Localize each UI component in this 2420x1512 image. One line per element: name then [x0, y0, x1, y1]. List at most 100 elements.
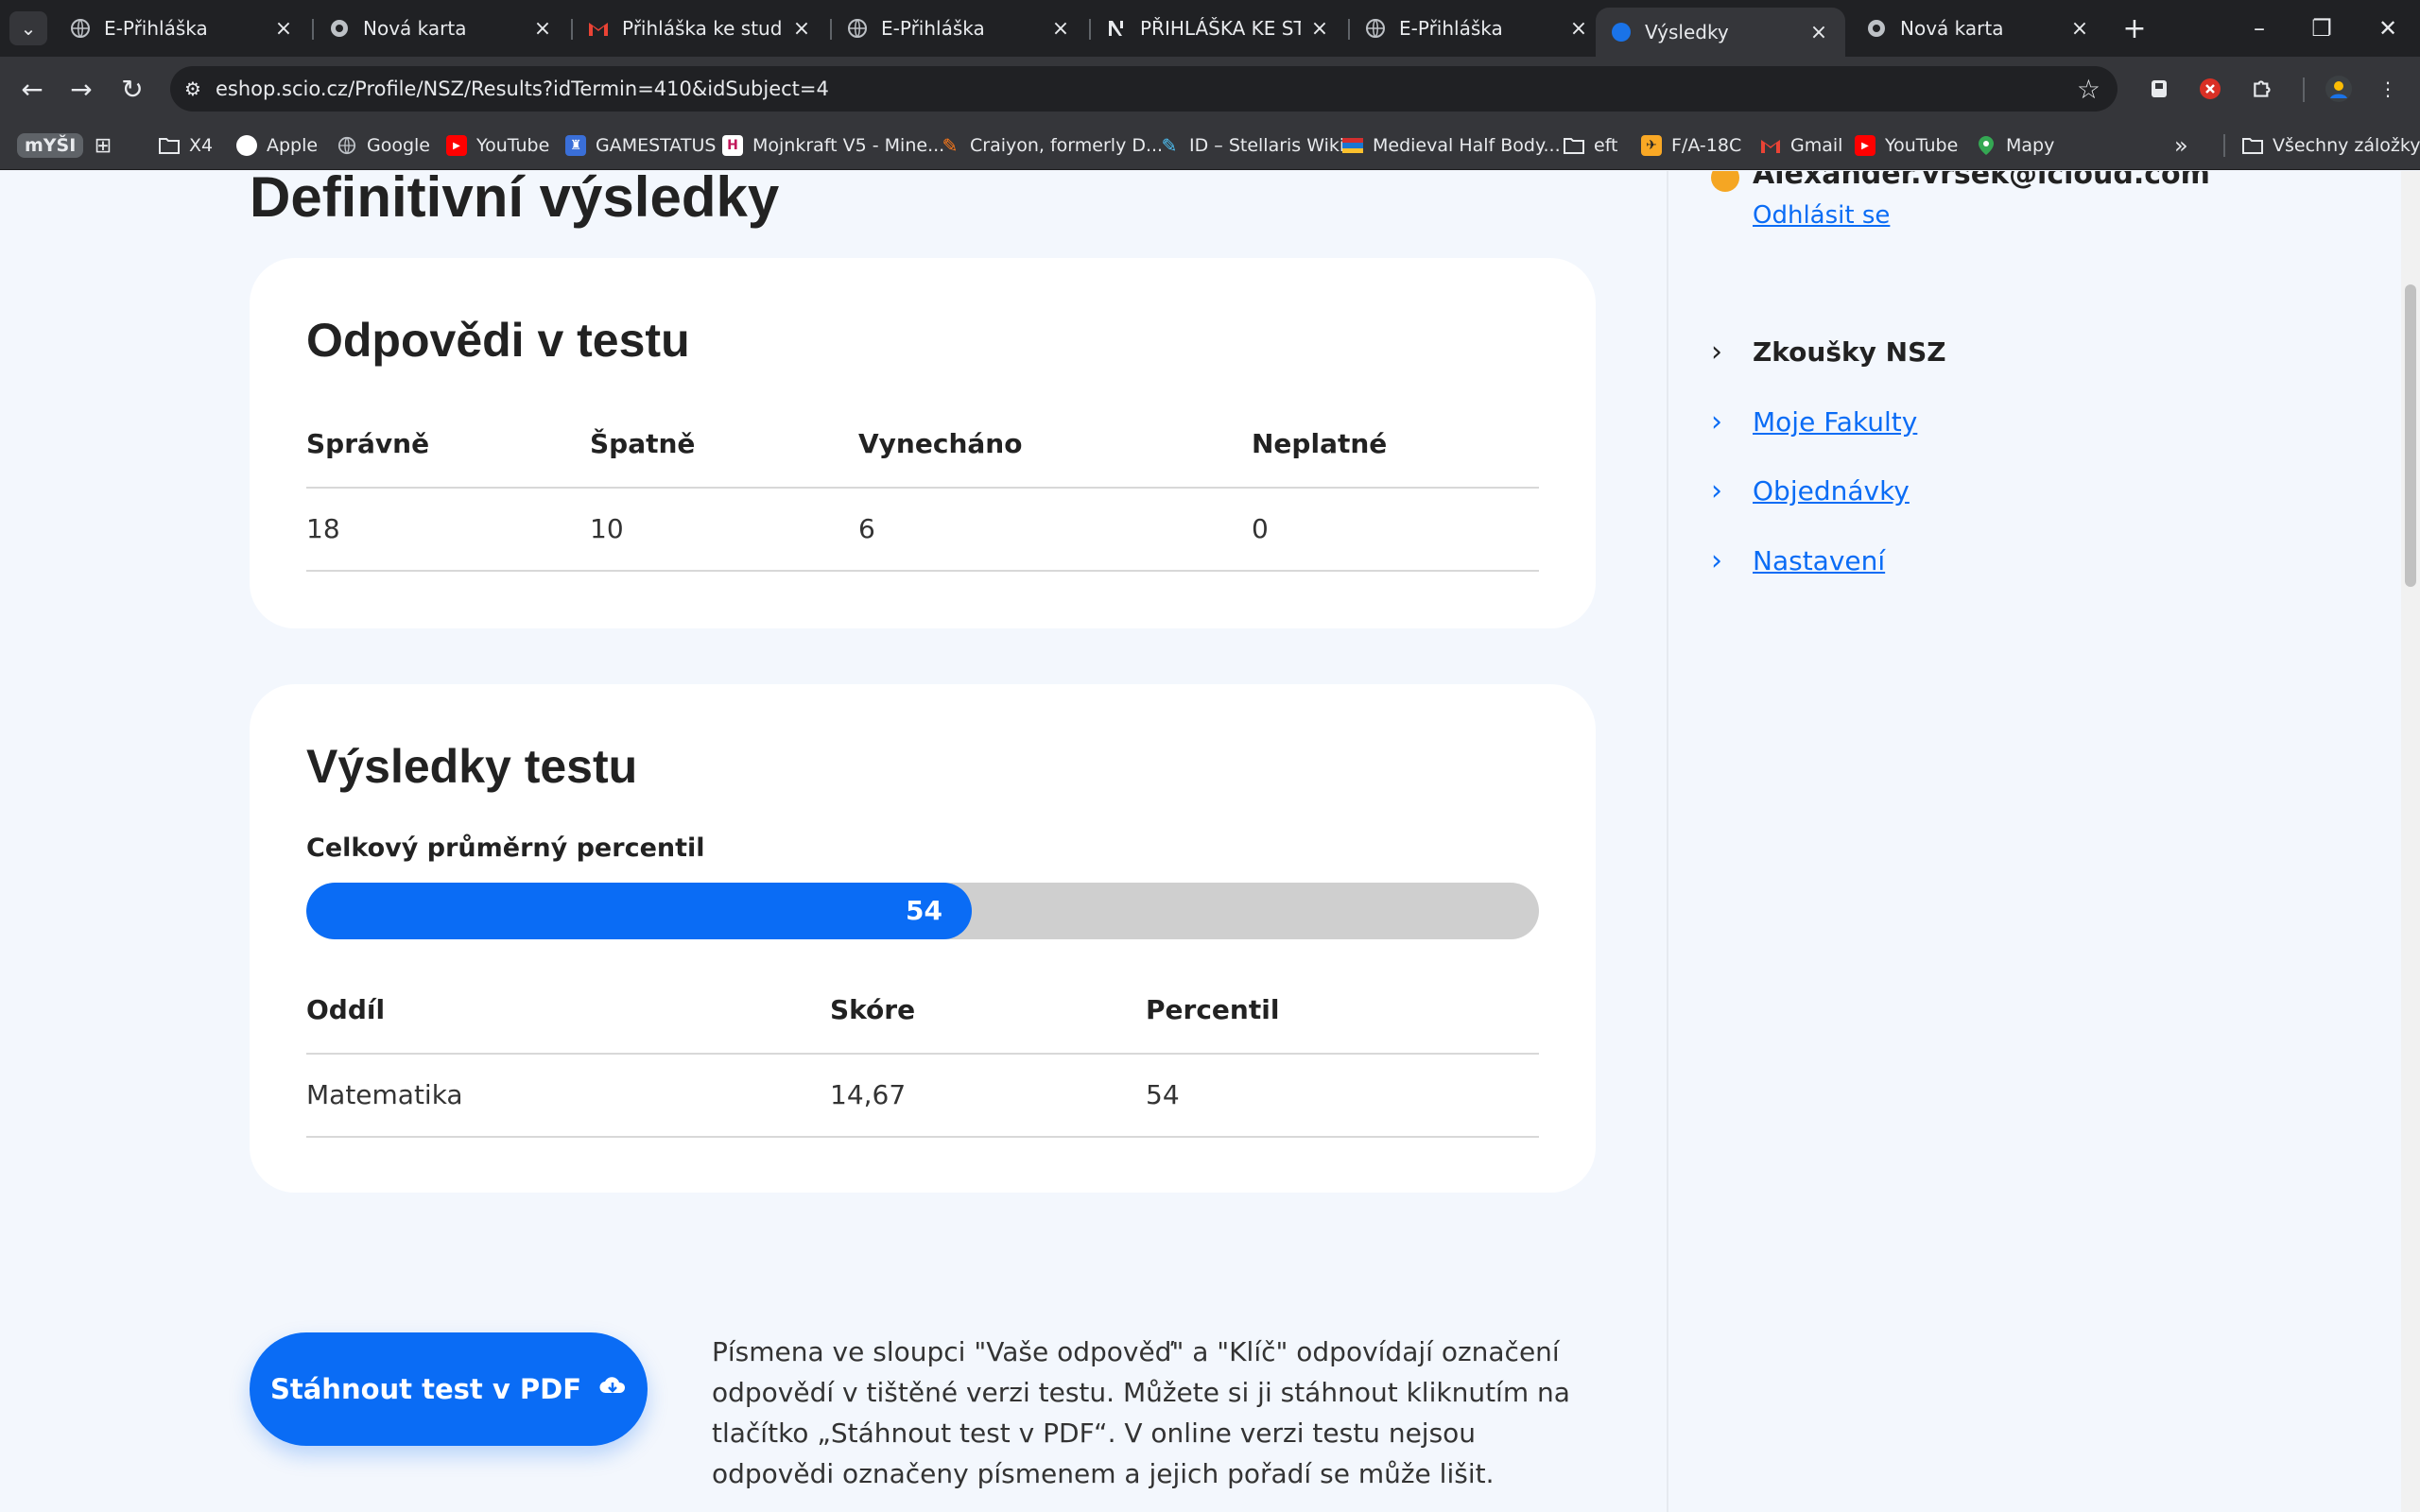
minimize-button[interactable]: – [2231, 9, 2288, 47]
tab-close-icon[interactable]: × [1807, 21, 1830, 44]
forward-button[interactable]: → [62, 70, 100, 108]
browser-tab[interactable]: E-Přihláška × [832, 8, 1087, 49]
tab-close-icon[interactable]: × [1567, 17, 1590, 41]
logout-link[interactable]: Odhlásit se [1753, 201, 1890, 230]
bookmark-item[interactable]: ✎ Craiyon, formerly D... [940, 130, 1164, 161]
browser-tab-active[interactable]: Výsledky × [1596, 8, 1845, 57]
tab-title: PŘIHLÁŠKA KE STUD [1140, 17, 1301, 40]
apple-icon [236, 135, 257, 156]
all-bookmarks-button[interactable]: Všechny záložky [2242, 130, 2420, 161]
url-text[interactable]: eshop.scio.cz/Profile/NSZ/Results?idTerm… [216, 77, 829, 100]
chevron-right-icon: › [1711, 543, 1722, 577]
bookmark-item[interactable]: ▶ YouTube [1855, 130, 1958, 161]
bookmark-label: YouTube [476, 135, 550, 156]
sidebar-item-objednavky[interactable]: › Objednávky [1711, 472, 1910, 509]
extension-icon[interactable] [2144, 74, 2174, 104]
percentile-label: Celkový průměrný percentil [306, 833, 705, 863]
profile-avatar-icon[interactable] [2324, 74, 2354, 104]
table-divider [306, 1136, 1539, 1138]
browser-tab[interactable]: Přihláška ke studiu - × [573, 8, 828, 49]
page-title: Definitivní výsledky [250, 171, 780, 229]
sidebar-item-label: Nastavení [1753, 544, 1886, 576]
plus-icon: + [2122, 11, 2147, 45]
tab-strip: ⌄ E-Přihláška × Nová karta × Přihláška k… [0, 0, 2420, 57]
apps-grid-button[interactable]: ⊞ [93, 130, 123, 161]
sidebar-item-moje-fakulty[interactable]: › Moje Fakulty [1711, 403, 1917, 440]
column-header: Vynecháno [858, 428, 1023, 459]
reload-button[interactable]: ↻ [113, 70, 151, 108]
tab-close-icon[interactable]: × [272, 17, 295, 41]
column-header: Percentil [1146, 994, 1280, 1025]
bookmark-myshi[interactable]: mYŠI [17, 130, 84, 161]
browser-tab[interactable]: Nová karta × [314, 8, 569, 49]
tab-close-icon[interactable]: × [1308, 17, 1331, 41]
correct-count: 18 [306, 513, 340, 544]
bookmark-item[interactable]: H Mojnkraft V5 - Mine... [722, 130, 944, 161]
tab-close-icon[interactable]: × [531, 17, 554, 41]
bookmark-item[interactable]: Mapy [1976, 130, 2054, 161]
restore-button[interactable]: ❐ [2293, 9, 2350, 47]
bookmark-folder[interactable]: eft [1564, 130, 1618, 161]
flag-icon [1342, 135, 1363, 156]
tab-title: Přihláška ke studiu - [622, 17, 783, 40]
bookmark-item[interactable]: ▶ YouTube [446, 130, 549, 161]
scrollbar-thumb[interactable] [2405, 284, 2416, 587]
restore-icon: ❐ [2311, 15, 2332, 42]
tab-title: E-Přihláška [1399, 17, 1503, 40]
browser-tab[interactable]: E-Přihláška × [1350, 8, 1605, 49]
column-header: Oddíl [306, 994, 386, 1025]
results-card: Výsledky testu Celkový průměrný percenti… [250, 684, 1596, 1193]
close-window-button[interactable]: ✕ [2360, 9, 2416, 47]
tab-search-button[interactable]: ⌄ [9, 11, 47, 45]
sidebar-item-nastaveni[interactable]: › Nastavení [1711, 541, 1885, 579]
chevron-right-icon: › [1711, 404, 1722, 438]
cloud-download-icon [598, 1374, 627, 1405]
bookmark-item[interactable]: Google [337, 130, 430, 161]
more-bookmarks-button[interactable]: » [2174, 130, 2188, 161]
bookmark-folder[interactable]: X4 [159, 130, 213, 161]
menu-kebab-icon[interactable]: ⋮ [2373, 74, 2403, 104]
back-button[interactable]: ← [13, 70, 51, 108]
percentile-progress-fill [306, 883, 972, 939]
results-table: Oddíl Skóre Percentil Matematika 14,67 5… [306, 994, 1539, 1138]
puzzle-icon[interactable] [2248, 74, 2278, 104]
tab-title: Nová karta [1900, 17, 2004, 40]
browser-tab[interactable]: E-Přihláška × [55, 8, 310, 49]
app-icon [1106, 18, 1127, 39]
answers-card: Odpovědi v testu Správně Špatně Vynechán… [250, 258, 1596, 628]
toolbar-divider [2303, 77, 2305, 102]
bookmark-item[interactable]: Apple [236, 130, 318, 161]
bookmark-item[interactable]: Gmail [1760, 130, 1842, 161]
bookmark-item[interactable]: ✎ ID – Stellaris Wiki [1159, 130, 1345, 161]
tab-close-icon[interactable]: × [1049, 17, 1072, 41]
download-pdf-button[interactable]: Stáhnout test v PDF [250, 1332, 648, 1446]
bookmark-star-icon[interactable]: ☆ [2077, 74, 2100, 105]
address-bar[interactable]: ⚙ eshop.scio.cz/Profile/NSZ/Results?idTe… [170, 66, 2118, 112]
browser-toolbar: ← → ↻ ⚙ eshop.scio.cz/Profile/NSZ/Result… [0, 57, 2420, 121]
section-score: 14,67 [830, 1079, 907, 1110]
web-page: Definitivní výsledky Odpovědi v testu Sp… [0, 171, 2401, 1512]
tab-close-icon[interactable]: × [2068, 17, 2091, 41]
bookmark-label: Mojnkraft V5 - Mine... [752, 135, 945, 156]
section-name: Matematika [306, 1079, 463, 1110]
info-paragraph: Písmena ve sloupci "Vaše odpověď" a "Klí… [712, 1336, 1570, 1489]
tab-close-icon[interactable]: × [790, 17, 813, 41]
chrome-icon [329, 18, 350, 39]
site-settings-icon[interactable]: ⚙ [170, 77, 216, 100]
sidebar-item-zkousky-nsz[interactable]: › Zkoušky NSZ [1711, 333, 1946, 370]
page-scrollbar[interactable] [2401, 171, 2420, 1512]
adblock-icon[interactable] [2195, 74, 2225, 104]
bookmark-label: Medieval Half Body... [1373, 135, 1561, 156]
column-header: Neplatné [1252, 428, 1388, 459]
tab-title: E-Přihláška [104, 17, 208, 40]
browser-tab[interactable]: PŘIHLÁŠKA KE STUD × [1091, 8, 1346, 49]
bookmark-item[interactable]: ♜ GAMESTATUS [565, 130, 716, 161]
globe-icon [1365, 18, 1386, 39]
bookmark-item[interactable]: Medieval Half Body... [1342, 130, 1561, 161]
tab-title: Výsledky [1645, 21, 1729, 43]
bookmark-item[interactable]: ✈ F/A-18C [1641, 130, 1741, 161]
globe-icon [337, 135, 357, 156]
browser-tab[interactable]: Nová karta × [1851, 8, 2106, 49]
new-tab-button[interactable]: + [2118, 11, 2152, 45]
folder-icon [1564, 135, 1584, 156]
